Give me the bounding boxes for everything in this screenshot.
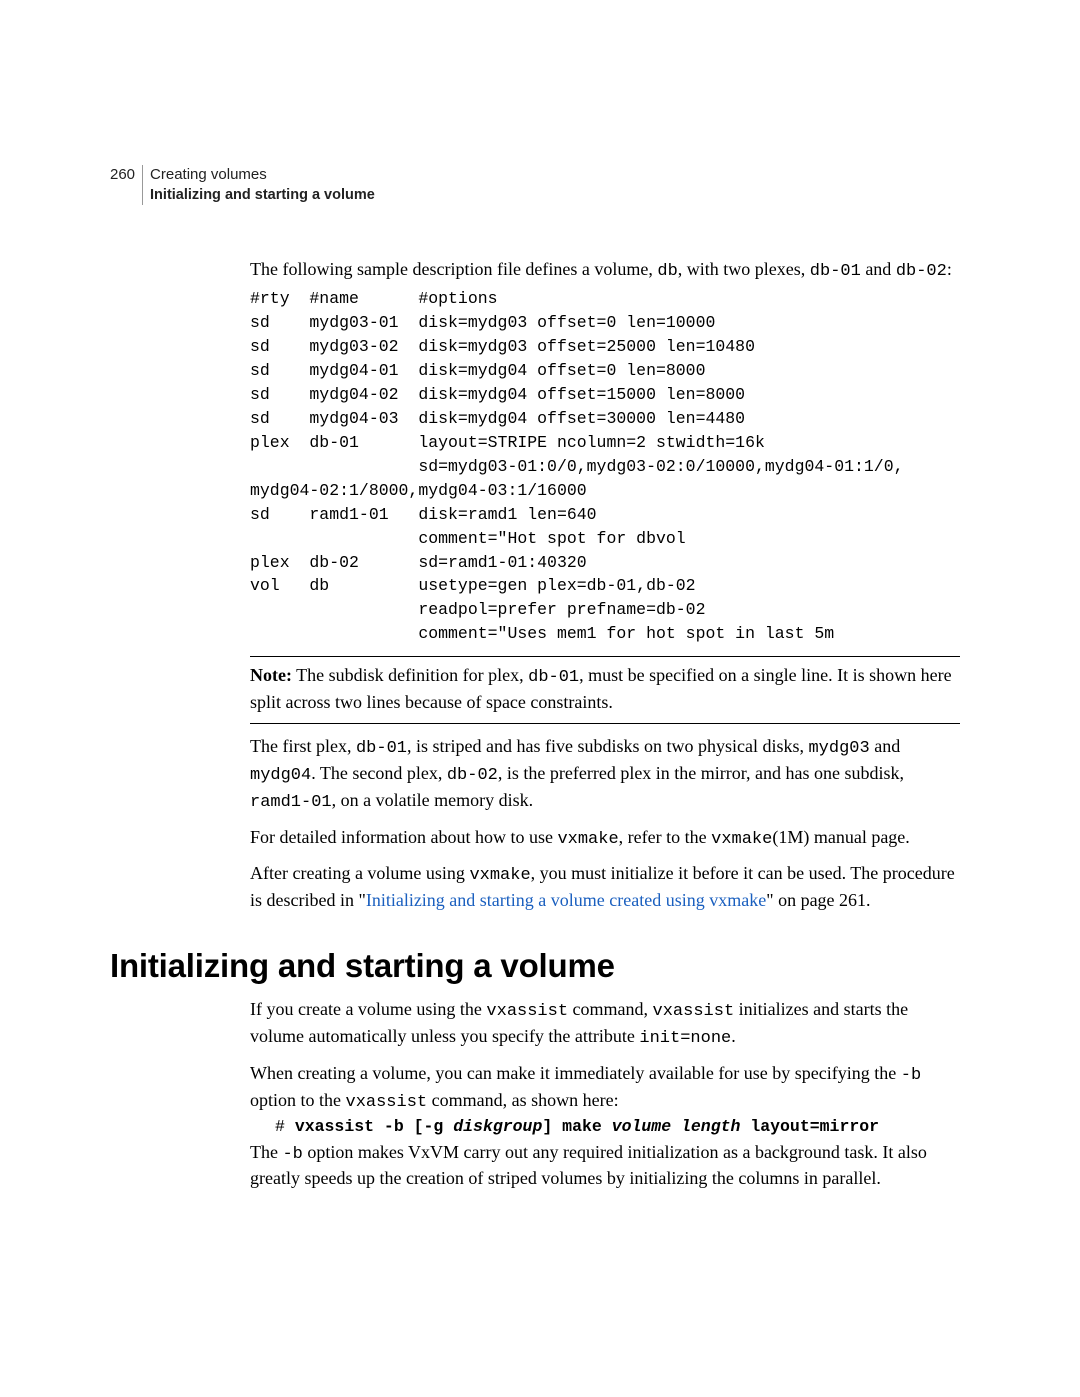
p1-c4: db-02 xyxy=(447,766,498,785)
intro-paragraph: The following sample description file de… xyxy=(250,257,960,284)
xref-link[interactable]: Initializing and starting a volume creat… xyxy=(366,890,766,910)
section-heading: Initializing and starting a volume xyxy=(110,947,960,985)
p3-t3: " on page 261. xyxy=(766,890,870,910)
p4-c3: init=none xyxy=(639,1029,731,1048)
p1-t2: , is striped and has five subdisks on tw… xyxy=(407,736,808,756)
description-file-listing: #rty #name #options sd mydg03-01 disk=my… xyxy=(250,287,960,646)
code-db01: db-01 xyxy=(810,262,861,281)
note-label: Note: xyxy=(250,665,292,685)
paragraph-2: For detailed information about how to us… xyxy=(250,825,960,852)
p1-t5: , is the preferred plex in the mirror, a… xyxy=(498,763,904,783)
p5-t3: command, as shown here: xyxy=(427,1090,618,1110)
p2-c2: vxmake xyxy=(711,830,772,849)
page-header: 260 Creating volumes Initializing and st… xyxy=(110,165,960,205)
header-text: Creating volumes Initializing and starti… xyxy=(143,165,375,205)
page-number: 260 xyxy=(110,165,142,185)
p3-c1: vxmake xyxy=(469,866,530,885)
p4-c2: vxassist xyxy=(653,1002,735,1021)
intro-end: : xyxy=(947,259,952,279)
section-title: Initializing and starting a volume xyxy=(150,187,375,203)
p1-t6: , on a volatile memory disk. xyxy=(332,790,533,810)
p1-t3: and xyxy=(870,736,901,756)
paragraph-3: After creating a volume using vxmake, yo… xyxy=(250,861,960,913)
cmd-b3: layout=mirror xyxy=(740,1117,879,1136)
p4-t4: . xyxy=(731,1026,736,1046)
p2-c1: vxmake xyxy=(557,830,618,849)
p4-t1: If you create a volume using the xyxy=(250,999,486,1019)
cmd-b2: ] make xyxy=(542,1117,611,1136)
note-rule-bottom xyxy=(250,723,960,724)
paragraph-1: The first plex, db-01, is striped and ha… xyxy=(250,734,960,814)
p1-c3: mydg04 xyxy=(250,766,311,785)
p6-t1: The xyxy=(250,1142,282,1162)
p5-c1: -b xyxy=(901,1066,921,1085)
note-rule-top xyxy=(250,656,960,657)
cmd-arg1: diskgroup xyxy=(453,1117,542,1136)
p1-t1: The first plex, xyxy=(250,736,356,756)
p1-c2: mydg03 xyxy=(808,739,869,758)
cmd-arg2: volume length xyxy=(612,1117,741,1136)
intro-pre: The following sample description file de… xyxy=(250,259,657,279)
paragraph-5: When creating a volume, you can make it … xyxy=(250,1061,960,1115)
intro-mid2: and xyxy=(861,259,896,279)
note-code: db-01 xyxy=(528,668,579,687)
paragraph-6: The -b option makes VxVM carry out any r… xyxy=(250,1140,960,1192)
cmd-prompt: # xyxy=(275,1117,295,1136)
code-db: db xyxy=(657,262,677,281)
p3-t1: After creating a volume using xyxy=(250,863,469,883)
cmd-b1: vxassist -b [-g xyxy=(295,1117,453,1136)
p4-c1: vxassist xyxy=(486,1002,568,1021)
paragraph-4: If you create a volume using the vxassis… xyxy=(250,997,960,1051)
chapter-title: Creating volumes xyxy=(150,166,267,183)
p4-t2: command, xyxy=(568,999,652,1019)
p5-c2: vxassist xyxy=(346,1093,428,1112)
p6-c1: -b xyxy=(282,1145,302,1164)
p2-t3: (1M) manual page. xyxy=(772,827,909,847)
note-block: Note: The subdisk definition for plex, d… xyxy=(250,663,960,715)
p2-t2: , refer to the xyxy=(619,827,711,847)
p5-t1: When creating a volume, you can make it … xyxy=(250,1063,901,1083)
note-t1: The subdisk definition for plex, xyxy=(292,665,528,685)
p2-t1: For detailed information about how to us… xyxy=(250,827,557,847)
p1-t4: . The second plex, xyxy=(311,763,447,783)
command-example: # vxassist -b [-g diskgroup] make volume… xyxy=(275,1117,960,1136)
p6-t2: option makes VxVM carry out any required… xyxy=(250,1142,927,1189)
p1-c5: ramd1-01 xyxy=(250,793,332,812)
p1-c1: db-01 xyxy=(356,739,407,758)
code-db02: db-02 xyxy=(896,262,947,281)
p5-t2: option to the xyxy=(250,1090,346,1110)
intro-mid1: , with two plexes, xyxy=(678,259,810,279)
